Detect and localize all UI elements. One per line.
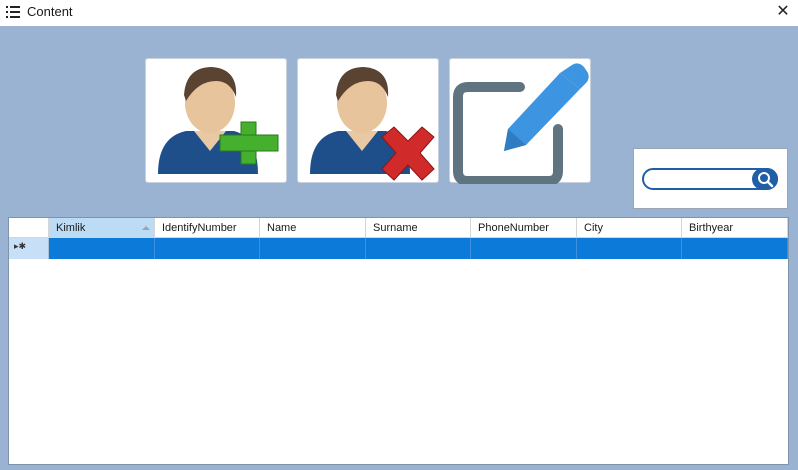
cell-surname[interactable] [366,238,471,259]
row-header-corner[interactable] [9,218,49,238]
title-bar: Content ✕ [0,0,798,26]
cell-phonenumber[interactable] [471,238,577,259]
column-header-birthyear[interactable]: Birthyear [682,218,788,238]
column-label: Name [267,222,297,234]
column-header-surname[interactable]: Surname [366,218,471,238]
window-title: Content [27,4,73,19]
search-input[interactable] [652,172,752,186]
column-label: Surname [373,222,418,234]
cell-city[interactable] [577,238,682,259]
column-header-city[interactable]: City [577,218,682,238]
new-row-icon: ▸✱ [14,241,27,251]
search-button[interactable] [752,168,778,190]
column-header-name[interactable]: Name [260,218,366,238]
sort-ascending-icon [142,226,150,230]
edit-icon [453,63,589,184]
cell-birthyear[interactable] [682,238,788,259]
column-label: City [584,222,603,234]
column-header-phonenumber[interactable]: PhoneNumber [471,218,577,238]
column-label: Birthyear [689,222,734,234]
add-user-button[interactable] [145,58,287,183]
close-icon[interactable]: ✕ [774,2,792,22]
table-row[interactable]: ▸✱ [9,238,788,259]
search-icon [758,172,774,188]
add-user-icon [158,67,279,174]
cell-identifynumber[interactable] [155,238,260,259]
new-row-indicator[interactable]: ▸✱ [9,238,49,259]
list-icon [6,6,20,18]
column-header-kimlik[interactable]: Kimlik [49,218,155,238]
search-field [642,168,778,190]
data-grid[interactable]: Kimlik IdentifyNumber Name Surname Phone… [8,217,789,465]
delete-user-button[interactable] [297,58,439,183]
search-panel [633,148,788,209]
column-label: Kimlik [56,222,86,234]
edit-button[interactable] [449,58,591,184]
column-label: IdentifyNumber [162,222,237,234]
cell-kimlik[interactable] [49,238,155,259]
column-label: PhoneNumber [478,222,549,234]
grid-header: Kimlik IdentifyNumber Name Surname Phone… [9,218,788,238]
column-header-identifynumber[interactable]: IdentifyNumber [155,218,260,238]
cell-name[interactable] [260,238,366,259]
delete-user-icon [310,67,435,181]
